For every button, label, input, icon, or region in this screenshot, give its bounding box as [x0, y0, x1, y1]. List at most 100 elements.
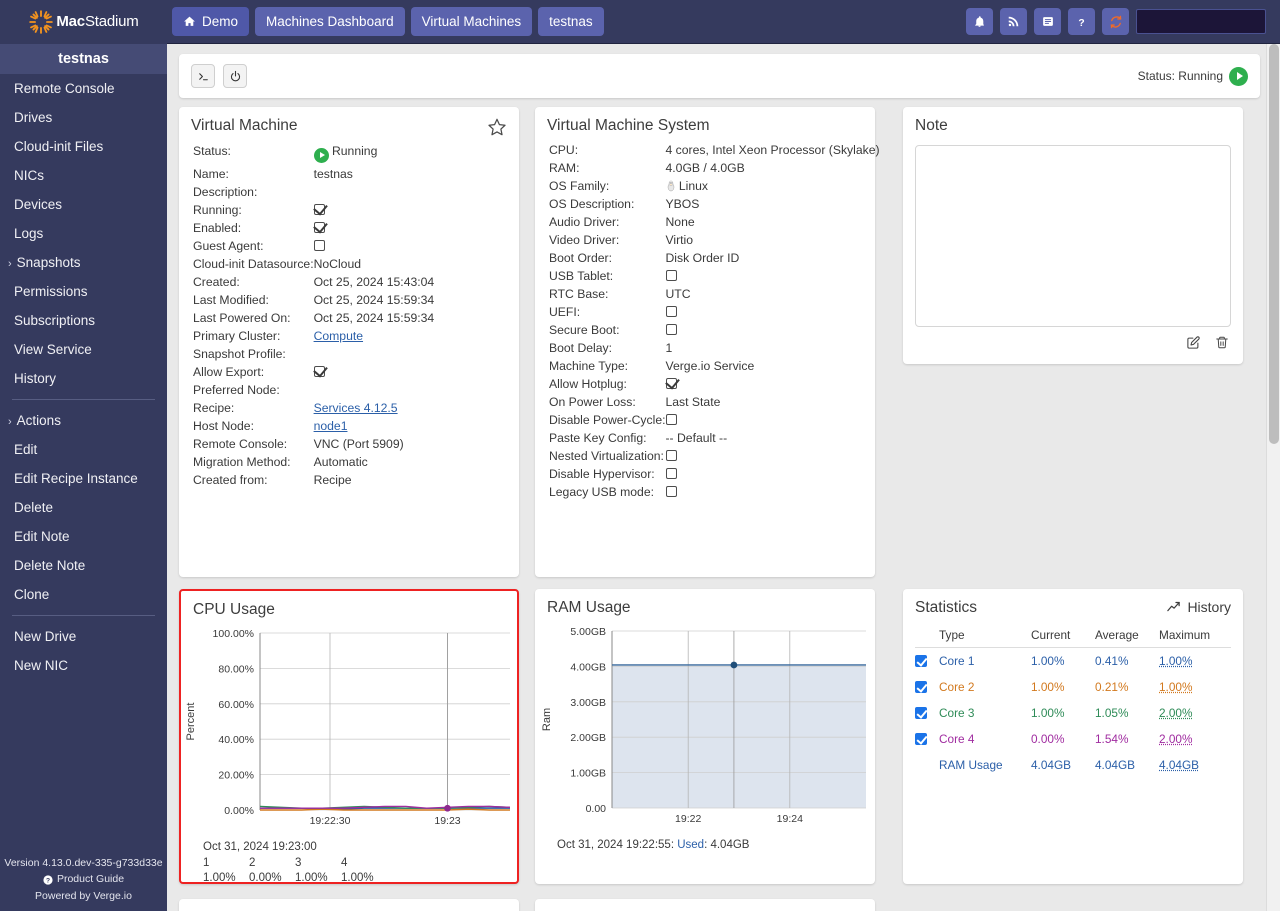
refresh-icon [1110, 15, 1121, 28]
row-type: Core 3 [939, 706, 975, 720]
power-button[interactable] [223, 64, 247, 88]
core-2-checkbox[interactable] [915, 681, 927, 693]
secure-boot-checkbox[interactable] [665, 324, 677, 335]
core-1-checkbox[interactable] [915, 655, 927, 667]
core-4-checkbox[interactable] [915, 733, 927, 745]
sidebar-item-delete-note[interactable]: Delete Note [0, 551, 167, 580]
main-content: Status: Running Virtual Machine Status: … [167, 44, 1280, 911]
sidebar-item-edit[interactable]: Edit [0, 435, 167, 464]
property-value: testnas [313, 166, 353, 181]
brand-name-rest: Stadium [84, 13, 139, 30]
host-node-link[interactable]: node1 [314, 419, 348, 433]
property-row-guest-agent: Guest Agent: [179, 237, 519, 255]
sidebar-item-devices[interactable]: Devices [0, 190, 167, 219]
disable-power-cycle-checkbox[interactable] [665, 414, 677, 425]
sidebar-divider [12, 615, 155, 616]
page-scrollbar-thumb[interactable] [1269, 44, 1279, 444]
sidebar-item-permissions[interactable]: Permissions [0, 277, 167, 306]
page-scrollbar[interactable] [1266, 44, 1280, 911]
allow-hotplug-checkbox[interactable] [665, 378, 677, 389]
property-row-uefi: UEFI: [535, 303, 880, 321]
nav-button-virtual-machines[interactable]: Virtual Machines [410, 7, 533, 36]
cpu-usage-chart[interactable]: 0.00% 20.00% 40.00% 60.00% 80.00% 100.00% 19:2… [184, 625, 514, 840]
property-row-last-modified: Last Modified: Oct 25, 2024 15:59:34 [179, 291, 519, 309]
running-checkbox[interactable] [313, 203, 325, 215]
allow-export-checkbox[interactable] [313, 365, 325, 377]
nav-button-testnas[interactable]: testnas [538, 7, 604, 36]
notifications-button[interactable] [966, 8, 993, 35]
sidebar-item-snapshots[interactable]: › Snapshots [0, 248, 167, 277]
col-current-header: Current [1031, 625, 1095, 648]
row-average: 1.05% [1095, 706, 1129, 720]
help-button[interactable]: ? [1068, 8, 1095, 35]
open-console-button[interactable] [191, 64, 215, 88]
status-text: Running [331, 144, 378, 158]
core-3-checkbox[interactable] [915, 707, 927, 719]
sidebar-item-nics[interactable]: NICs [0, 161, 167, 190]
row-maximum: 1.00% [1159, 680, 1193, 694]
delete-note-button[interactable] [1215, 335, 1229, 355]
note-textarea[interactable] [915, 145, 1231, 327]
core-value: 0.00% [249, 872, 282, 885]
product-guide-link[interactable]: ? Product Guide [0, 871, 167, 888]
sidebar-item-subscriptions[interactable]: Subscriptions [0, 306, 167, 335]
property-key: UEFI: [549, 305, 581, 319]
property-value: Oct 25, 2024 15:59:34 [313, 292, 435, 307]
primary-cluster-link[interactable]: Compute [314, 329, 363, 343]
sidebar-item-history[interactable]: History [0, 364, 167, 393]
edit-note-button[interactable] [1186, 335, 1201, 355]
feed-button[interactable] [1000, 8, 1027, 35]
enabled-checkbox[interactable] [313, 221, 325, 233]
ram-used-label[interactable]: Used [677, 839, 704, 851]
row-maximum: 2.00% [1159, 706, 1193, 720]
nav-button-machines-dashboard[interactable]: Machines Dashboard [255, 7, 405, 36]
usb-tablet-checkbox[interactable] [665, 270, 677, 281]
sidebar-item-remote-console[interactable]: Remote Console [0, 74, 167, 103]
property-value: Oct 25, 2024 15:43:04 [313, 274, 435, 289]
history-button[interactable]: History [1165, 589, 1243, 615]
running-play-icon [1229, 66, 1248, 86]
ram-chart-footer: Oct 31, 2024 19:22:55: Used: 4.04GB [557, 839, 750, 851]
statistics-header-row: Type Current Average Maximum [915, 625, 1231, 648]
nav-button-demo[interactable]: Demo [172, 7, 250, 36]
sidebar-item-label: Permissions [14, 284, 88, 299]
recipe-link[interactable]: Services 4.12.5 [314, 401, 398, 415]
ram-footer-timestamp: Oct 31, 2024 19:22:55 [557, 839, 671, 851]
guest-agent-checkbox[interactable] [313, 239, 325, 251]
property-key: Machine Type: [549, 359, 629, 373]
property-key: Boot Order: [549, 251, 612, 265]
cpu-chart-footer: Oct 31, 2024 19:23:00 1 2 3 4 1.00% 0.00… [181, 840, 517, 887]
property-key: Nested Virtualization: [549, 449, 664, 463]
nested-virtualization-checkbox[interactable] [665, 450, 677, 461]
sidebar-item-new-drive[interactable]: New Drive [0, 622, 167, 651]
svg-text:Percent: Percent [185, 703, 197, 741]
sidebar-item-clone[interactable]: Clone [0, 580, 167, 609]
chevron-right-icon: › [8, 416, 12, 428]
property-value: Disk Order ID [665, 251, 740, 265]
sidebar-item-drives[interactable]: Drives [0, 103, 167, 132]
sidebar-item-logs[interactable]: Logs [0, 219, 167, 248]
sidebar-item-delete[interactable]: Delete [0, 493, 167, 522]
property-value [665, 483, 880, 501]
search-input[interactable] [1136, 9, 1266, 34]
svg-text:19:24: 19:24 [777, 813, 803, 825]
logs-button[interactable] [1034, 8, 1061, 35]
uefi-checkbox[interactable] [665, 306, 677, 317]
ram-usage-chart[interactable]: 0.00 1.00GB 2.00GB 3.00GB 4.00GB 5.00GB 19:22 1… [540, 623, 870, 838]
favorite-star-button[interactable] [487, 107, 519, 142]
sidebar-item-actions[interactable]: › Actions [0, 406, 167, 435]
sidebar-item-cloud-init-files[interactable]: Cloud-init Files [0, 132, 167, 161]
sidebar-item-new-nic[interactable]: New NIC [0, 651, 167, 680]
refresh-button[interactable] [1102, 8, 1129, 35]
sidebar-item-edit-note[interactable]: Edit Note [0, 522, 167, 551]
legacy-usb-mode-checkbox[interactable] [665, 486, 677, 497]
sidebar-item-label: Edit [14, 442, 38, 457]
disable-hypervisor-checkbox[interactable] [665, 468, 677, 479]
property-value [313, 201, 519, 219]
property-value [665, 465, 880, 483]
sidebar-item-view-service[interactable]: View Service [0, 335, 167, 364]
brand-logo[interactable]: MacStadium [0, 0, 167, 44]
row-toggle-cell [915, 700, 939, 726]
property-key: Video Driver: [549, 233, 620, 247]
sidebar-item-edit-recipe-instance[interactable]: Edit Recipe Instance [0, 464, 167, 493]
